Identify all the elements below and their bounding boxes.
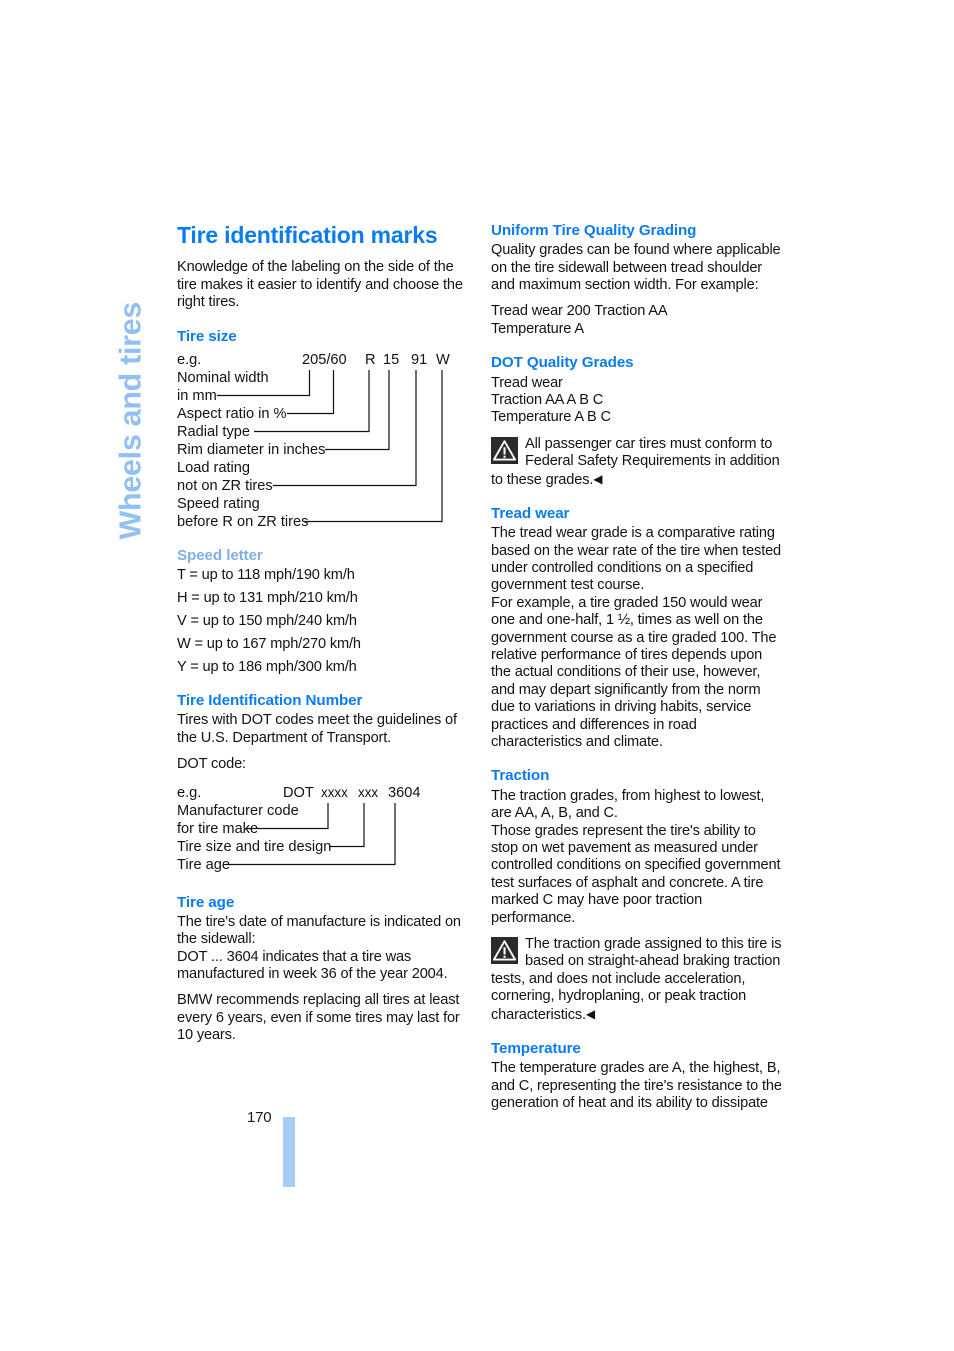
dot-callout-1: for tire make <box>177 821 258 837</box>
heading-tread-wear: Tread wear <box>491 504 570 522</box>
speed-letter-row: H = up to 131 mph/210 km/h <box>177 590 358 607</box>
dot-callout-0: Manufacturer code <box>177 803 299 819</box>
right-column: Uniform Tire Quality Grading Quality gra… <box>491 222 783 1121</box>
utqg-example-1: Tread wear 200 Traction AA <box>491 303 668 320</box>
tire-age-paragraph-3: BMW recommends replacing all tires at le… <box>177 992 460 1044</box>
speed-letter-row: Y = up to 186 mph/300 km/h <box>177 658 357 675</box>
heading-tire-identification-number: Tire Identification Number <box>177 692 363 710</box>
heading-uniform-tire-quality-grading: Uniform Tire Quality Grading <box>491 222 697 239</box>
speed-letter-list: T = up to 118 mph/190 km/h H = up to 131… <box>177 567 469 676</box>
heading-speed-letter: Speed letter <box>177 546 263 564</box>
dot-grade-row: Traction AA A B C <box>491 391 604 408</box>
heading-dot-quality-grades: DOT Quality Grades <box>491 354 634 372</box>
dot-code-label: DOT code: <box>177 756 246 773</box>
utqg-paragraph: Quality grades can be found where applic… <box>491 242 781 294</box>
tire-size-part-1: R <box>365 352 376 368</box>
chapter-tab: Wheels and tires <box>109 222 153 542</box>
traction-paragraph-2: Those grades represent the tire's abilit… <box>491 822 781 926</box>
tire-size-callout-6: not on ZR tires <box>177 478 273 494</box>
left-column: Tire identification marks Knowledge of t… <box>177 222 469 1054</box>
warning-note-traction: The traction grade assigned to this tire… <box>491 936 783 1024</box>
tire-size-part-2: 15 <box>383 352 399 368</box>
tire-size-eg-label: e.g. <box>177 352 201 368</box>
tire-size-callout-2: Aspect ratio in % <box>177 406 287 422</box>
speed-letter-row: T = up to 118 mph/190 km/h <box>177 567 355 584</box>
dot-grade-row: Tread wear <box>491 374 563 391</box>
dot-callout-2: Tire size and tire design <box>177 839 331 855</box>
dot-part-1: xxxx <box>321 785 348 800</box>
note-end-arrow: ◀ <box>585 1006 596 1021</box>
dot-eg-label: e.g. <box>177 785 201 801</box>
warning-note-dot-grades: All passenger car tires must conform to … <box>491 436 783 489</box>
warning-icon <box>491 436 518 464</box>
heading-tire-age: Tire age <box>177 893 235 911</box>
tire-age-paragraph-1: The tire's date of manufacture is indica… <box>177 913 461 948</box>
tire-size-callout-1: in mm <box>177 388 217 404</box>
dot-grade-row: Temperature A B C <box>491 409 611 426</box>
heading-temperature: Temperature <box>491 1039 581 1057</box>
tire-size-part-0: 205/60 <box>302 352 347 368</box>
manual-page: Wheels and tires Tire identification mar… <box>0 0 954 1351</box>
dot-code-diagram: e.g. DOT xxxx xxx 3604 Manufacturer code… <box>177 784 469 878</box>
tire-size-part-4: W <box>436 352 450 368</box>
warning-note-text: The traction grade assigned to this tire… <box>491 935 782 1023</box>
tire-size-callout-5: Load rating <box>177 460 250 476</box>
chapter-tab-label: Wheels and tires <box>113 301 148 540</box>
temperature-paragraph-1: The temperature grades are A, the highes… <box>491 1060 782 1112</box>
speed-letter-row: W = up to 167 mph/270 km/h <box>177 635 361 652</box>
tire-size-callout-7: Speed rating <box>177 496 260 512</box>
warning-note-text: All passenger car tires must conform to … <box>491 435 780 488</box>
tire-size-callout-0: Nominal width <box>177 370 269 386</box>
dot-callout-3: Tire age <box>177 857 230 873</box>
tire-size-callout-4: Rim diameter in inches <box>177 442 325 458</box>
page-number: 170 <box>247 1109 272 1126</box>
warning-icon <box>491 936 518 964</box>
heading-traction: Traction <box>491 767 550 785</box>
traction-paragraph-1: The traction grades, from highest to low… <box>491 787 765 822</box>
tread-wear-paragraph-1: The tread wear grade is a comparative ra… <box>491 525 782 594</box>
tire-size-diagram: e.g. 205/60 R 15 91 W Nominal width in m… <box>177 351 469 531</box>
tin-paragraph: Tires with DOT codes meet the guidelines… <box>177 712 457 746</box>
tire-age-paragraph-2: DOT ... 3604 indicates that a tire was m… <box>177 948 448 983</box>
note-end-arrow: ◀ <box>593 471 603 486</box>
dot-part-0: DOT <box>283 785 314 801</box>
tire-size-callout-8: before R on ZR tires <box>177 514 308 530</box>
intro-paragraph: Knowledge of the labeling on the side of… <box>177 259 463 311</box>
utqg-example-2: Temperature A <box>491 320 584 337</box>
dot-part-2: xxx <box>358 785 378 800</box>
tire-size-callout-3: Radial type <box>177 424 250 440</box>
speed-letter-row: V = up to 150 mph/240 km/h <box>177 612 357 629</box>
dot-part-3: 3604 <box>388 785 420 801</box>
tire-size-part-3: 91 <box>411 352 427 368</box>
page-title: Tire identification marks <box>177 222 438 248</box>
page-marker-bar <box>283 1117 295 1187</box>
tread-wear-paragraph-2: For example, a tire graded 150 would wea… <box>491 594 777 751</box>
heading-tire-size: Tire size <box>177 327 237 345</box>
